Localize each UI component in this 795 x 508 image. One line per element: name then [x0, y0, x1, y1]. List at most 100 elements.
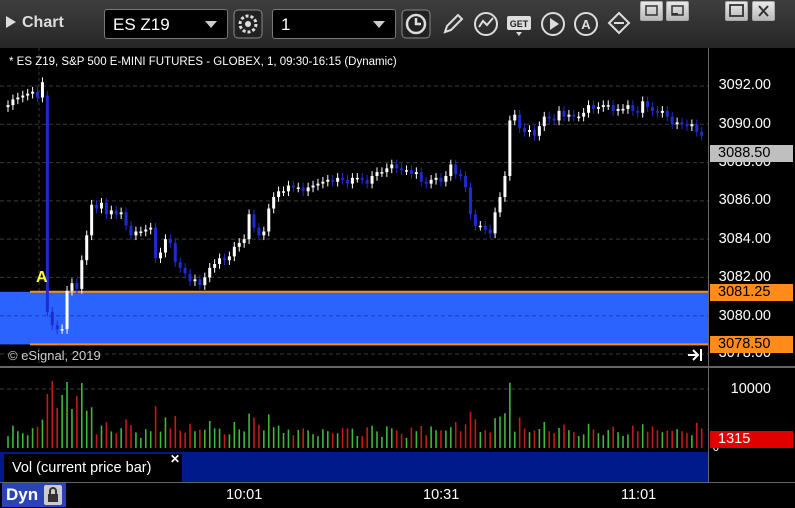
- candle: [532, 130, 536, 136]
- interval-selector[interactable]: 1: [272, 9, 396, 39]
- candle: [606, 105, 610, 107]
- price-tick: 3082.00: [718, 269, 771, 285]
- candle: [173, 242, 177, 263]
- window-title-text: Chart: [22, 14, 64, 31]
- candle: [424, 181, 428, 184]
- candle: [468, 187, 472, 215]
- maximize-button[interactable]: [725, 1, 748, 21]
- candle: [537, 126, 541, 136]
- price-pane[interactable]: [0, 48, 708, 366]
- pencil-icon[interactable]: [438, 9, 468, 39]
- volume-chart: [0, 381, 708, 448]
- time-axis[interactable]: 10:01 10:31 11:01: [0, 482, 795, 508]
- alert-icon[interactable]: A: [571, 9, 601, 39]
- candle: [601, 105, 605, 108]
- maximize-icon: [729, 4, 744, 17]
- candle: [695, 124, 699, 132]
- clock-icon[interactable]: [401, 9, 431, 39]
- candle: [478, 225, 482, 228]
- candle: [306, 187, 310, 192]
- candle: [326, 179, 330, 182]
- time-tick: 11:01: [621, 487, 657, 503]
- candle: [321, 181, 325, 184]
- candle: [528, 130, 532, 132]
- last-price-label: 3088.50: [710, 145, 793, 162]
- candle: [390, 164, 394, 169]
- minimize-button[interactable]: [666, 1, 689, 21]
- chart-window: Chart ES Z19 1 GET A * ES Z19, S&P 500 E…: [0, 0, 795, 508]
- volume-tick: 10000: [730, 381, 771, 397]
- candle: [134, 231, 138, 236]
- candle: [591, 105, 595, 109]
- candle: [109, 210, 113, 215]
- symbol-selector[interactable]: ES Z19: [104, 9, 228, 39]
- candle: [577, 116, 581, 119]
- close-button[interactable]: [752, 1, 775, 21]
- candle: [301, 187, 305, 192]
- candle: [700, 131, 704, 136]
- candle: [665, 110, 669, 117]
- candle: [193, 279, 197, 282]
- close-study-icon[interactable]: ✕: [170, 452, 180, 466]
- scroll-to-end-icon[interactable]: [686, 347, 704, 363]
- window-title[interactable]: Chart: [6, 14, 64, 32]
- chart-info-text: * ES Z19, S&P 500 E-MINI FUTURES - GLOBE…: [9, 56, 397, 68]
- link-icon[interactable]: [604, 9, 634, 39]
- price-tick: 3092.00: [718, 77, 771, 93]
- candle: [355, 177, 359, 180]
- candle: [139, 231, 143, 233]
- copyright-text: © eSignal, 2019: [8, 348, 101, 363]
- restore-button[interactable]: [640, 1, 663, 21]
- candle: [660, 110, 664, 113]
- candle: [547, 116, 551, 119]
- candle: [95, 204, 99, 209]
- candle: [567, 114, 571, 117]
- study-icon[interactable]: [471, 9, 501, 39]
- candle: [523, 128, 527, 132]
- candle: [242, 239, 246, 243]
- price-tick: 3090.00: [718, 116, 771, 132]
- price-tick: 3086.00: [718, 192, 771, 208]
- lock-icon[interactable]: [44, 485, 62, 505]
- price-tick: 3084.00: [718, 231, 771, 247]
- volume-axis[interactable]: 10000 0 1315: [708, 368, 795, 482]
- volume-last-label: 1315: [710, 431, 793, 448]
- candle: [316, 183, 320, 186]
- zone-marker: A: [36, 269, 48, 286]
- candle: [188, 273, 192, 282]
- volume-study-label[interactable]: Vol (current price bar): [4, 454, 182, 482]
- candle: [163, 239, 167, 253]
- candle: [365, 179, 369, 184]
- settings-icon[interactable]: [233, 9, 263, 39]
- candle: [104, 202, 108, 215]
- candle: [464, 175, 468, 188]
- volume-pane[interactable]: [0, 368, 708, 450]
- candle: [203, 277, 207, 286]
- candle: [518, 114, 522, 129]
- candle: [429, 179, 433, 184]
- collapse-arrow-icon[interactable]: [6, 16, 16, 28]
- candle: [336, 177, 340, 182]
- time-tick: 10:31: [423, 487, 460, 503]
- candle: [218, 258, 222, 265]
- price-tick: 3080.00: [718, 308, 771, 324]
- get-data-icon[interactable]: GET: [504, 9, 534, 39]
- candle: [262, 231, 266, 236]
- candle: [159, 252, 163, 259]
- candle: [419, 172, 423, 182]
- play-icon[interactable]: [538, 9, 568, 39]
- candle: [380, 172, 384, 174]
- candle: [311, 185, 315, 188]
- candle: [291, 185, 295, 188]
- candle: [596, 107, 600, 109]
- candle: [483, 225, 487, 230]
- candle: [562, 110, 566, 117]
- price-axis[interactable]: 3092.00 3090.00 3088.00 3086.00 3084.00 …: [708, 48, 795, 366]
- candle: [252, 214, 256, 228]
- candle: [247, 214, 251, 240]
- candle: [6, 105, 10, 108]
- candle: [680, 122, 684, 125]
- candle: [65, 290, 69, 330]
- candle: [99, 202, 103, 209]
- candle: [513, 114, 517, 121]
